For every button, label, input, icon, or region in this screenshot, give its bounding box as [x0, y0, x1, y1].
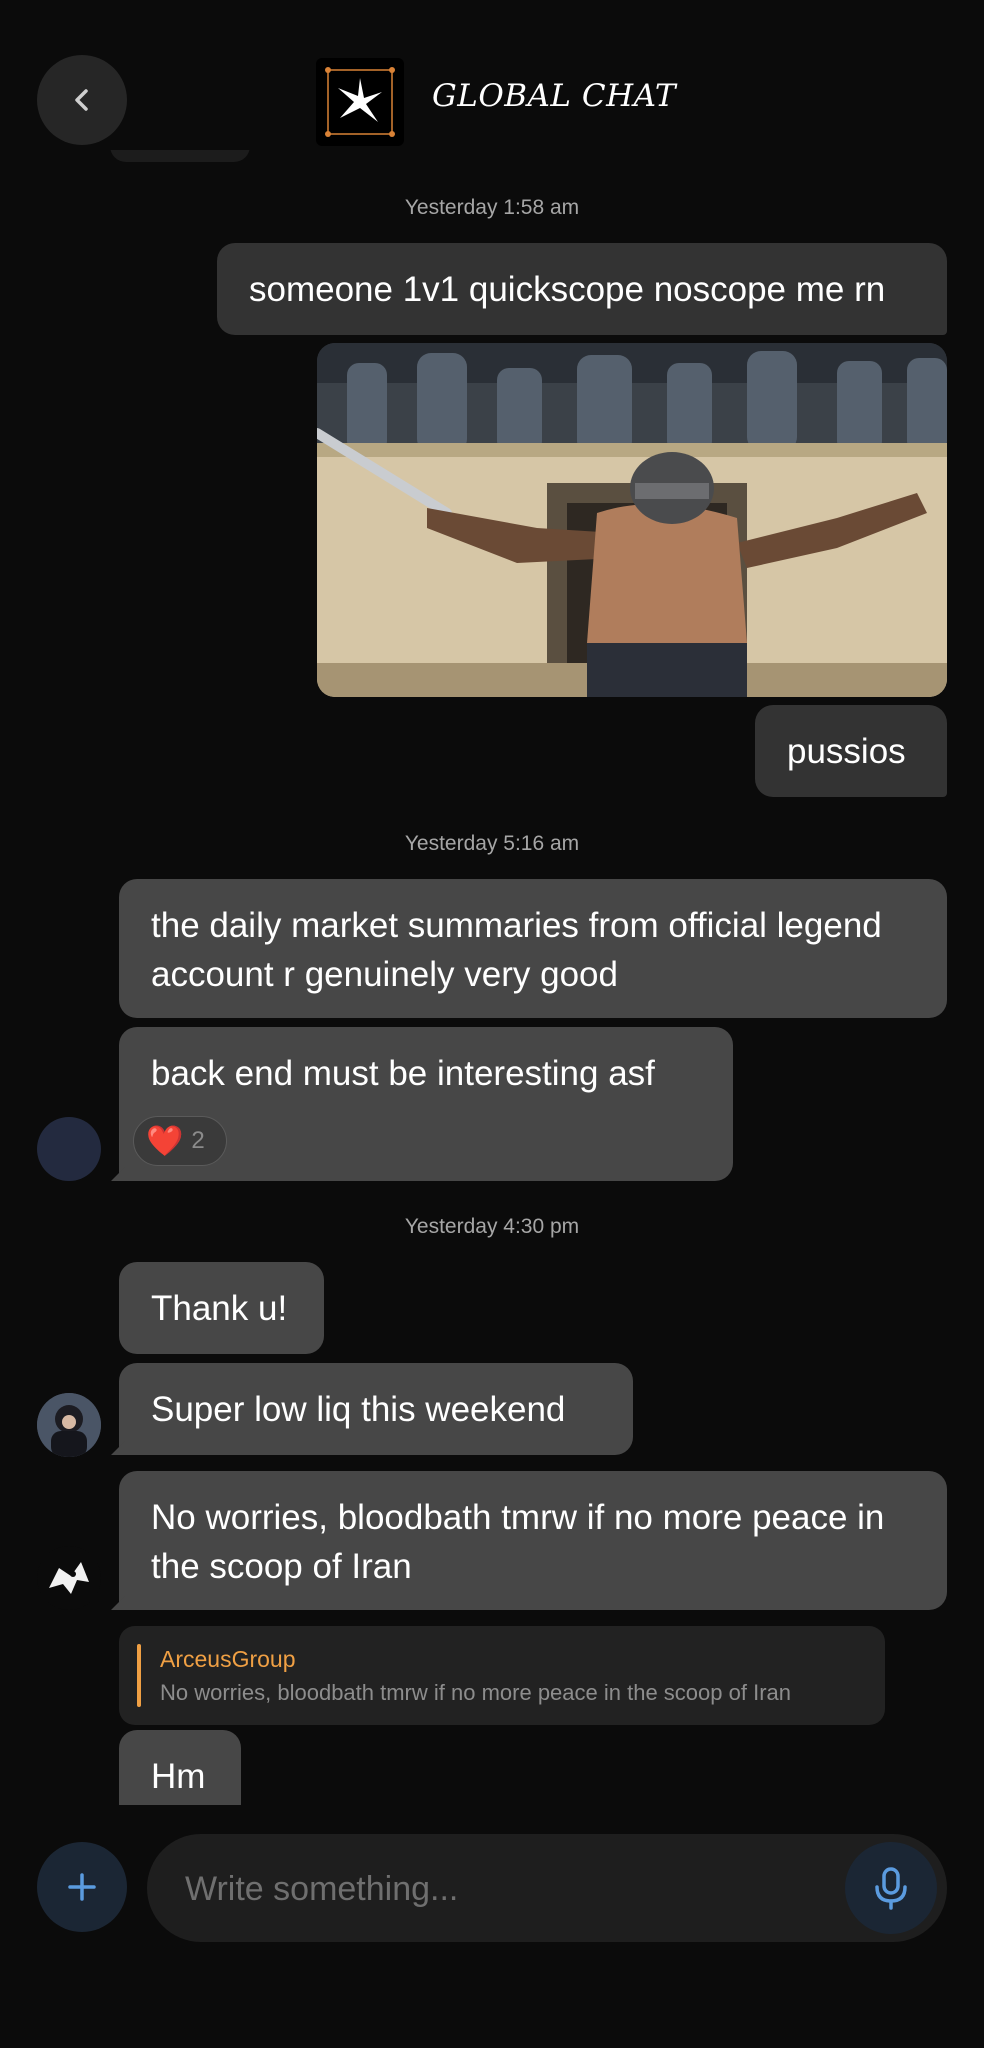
chevron-left-icon	[75, 89, 88, 111]
reply-preview[interactable]: ArceusGroup No worries, bloodbath tmrw i…	[119, 1626, 885, 1725]
image-message[interactable]	[317, 343, 947, 697]
add-attachment-button[interactable]	[37, 1842, 127, 1932]
back-button[interactable]	[37, 55, 127, 145]
composer-bar	[0, 1805, 984, 2048]
incoming-message[interactable]: Super low liq this weekend	[119, 1363, 633, 1455]
timestamp: Yesterday 4:30 pm	[404, 1215, 580, 1238]
page-title: GLOBAL CHAT	[432, 78, 676, 114]
header: GLOBAL CHAT	[0, 0, 984, 150]
avatar[interactable]	[37, 1393, 101, 1457]
heart-emoji-icon: ❤️	[146, 1124, 184, 1158]
timestamp: Yesterday 1:58 am	[404, 196, 580, 219]
star-burst-logo-icon	[325, 67, 395, 137]
incoming-message[interactable]: the daily market summaries from official…	[119, 879, 947, 1018]
outgoing-message[interactable]: someone 1v1 quickscope noscope me rn	[217, 243, 947, 335]
outgoing-message[interactable]: pussios	[755, 705, 947, 797]
incoming-message[interactable]: Hm	[119, 1730, 241, 1805]
group-logo[interactable]	[316, 58, 404, 146]
timestamp: Yesterday 5:16 am	[404, 832, 580, 855]
microphone-button[interactable]	[845, 1842, 937, 1934]
reply-author: ArceusGroup	[160, 1646, 296, 1672]
reply-quoted-text: No worries, bloodbath tmrw if no more pe…	[160, 1680, 791, 1705]
microphone-icon	[875, 1867, 907, 1910]
reply-accent-bar	[137, 1644, 141, 1707]
avatar[interactable]	[37, 1117, 101, 1181]
message-input[interactable]	[183, 1834, 807, 1944]
heart-reaction[interactable]: ❤️ 2	[133, 1116, 227, 1166]
incoming-message[interactable]: Thank u!	[119, 1262, 324, 1354]
reaction-count: 2	[191, 1127, 205, 1154]
plus-icon	[68, 1873, 96, 1901]
avatar[interactable]	[37, 1546, 101, 1610]
chat-scroll-area[interactable]: Yesterday 1:58 am someone 1v1 quickscope…	[0, 0, 984, 1805]
incoming-message[interactable]: No worries, bloodbath tmrw if no more pe…	[119, 1471, 947, 1610]
message-input-container[interactable]	[147, 1834, 947, 1944]
